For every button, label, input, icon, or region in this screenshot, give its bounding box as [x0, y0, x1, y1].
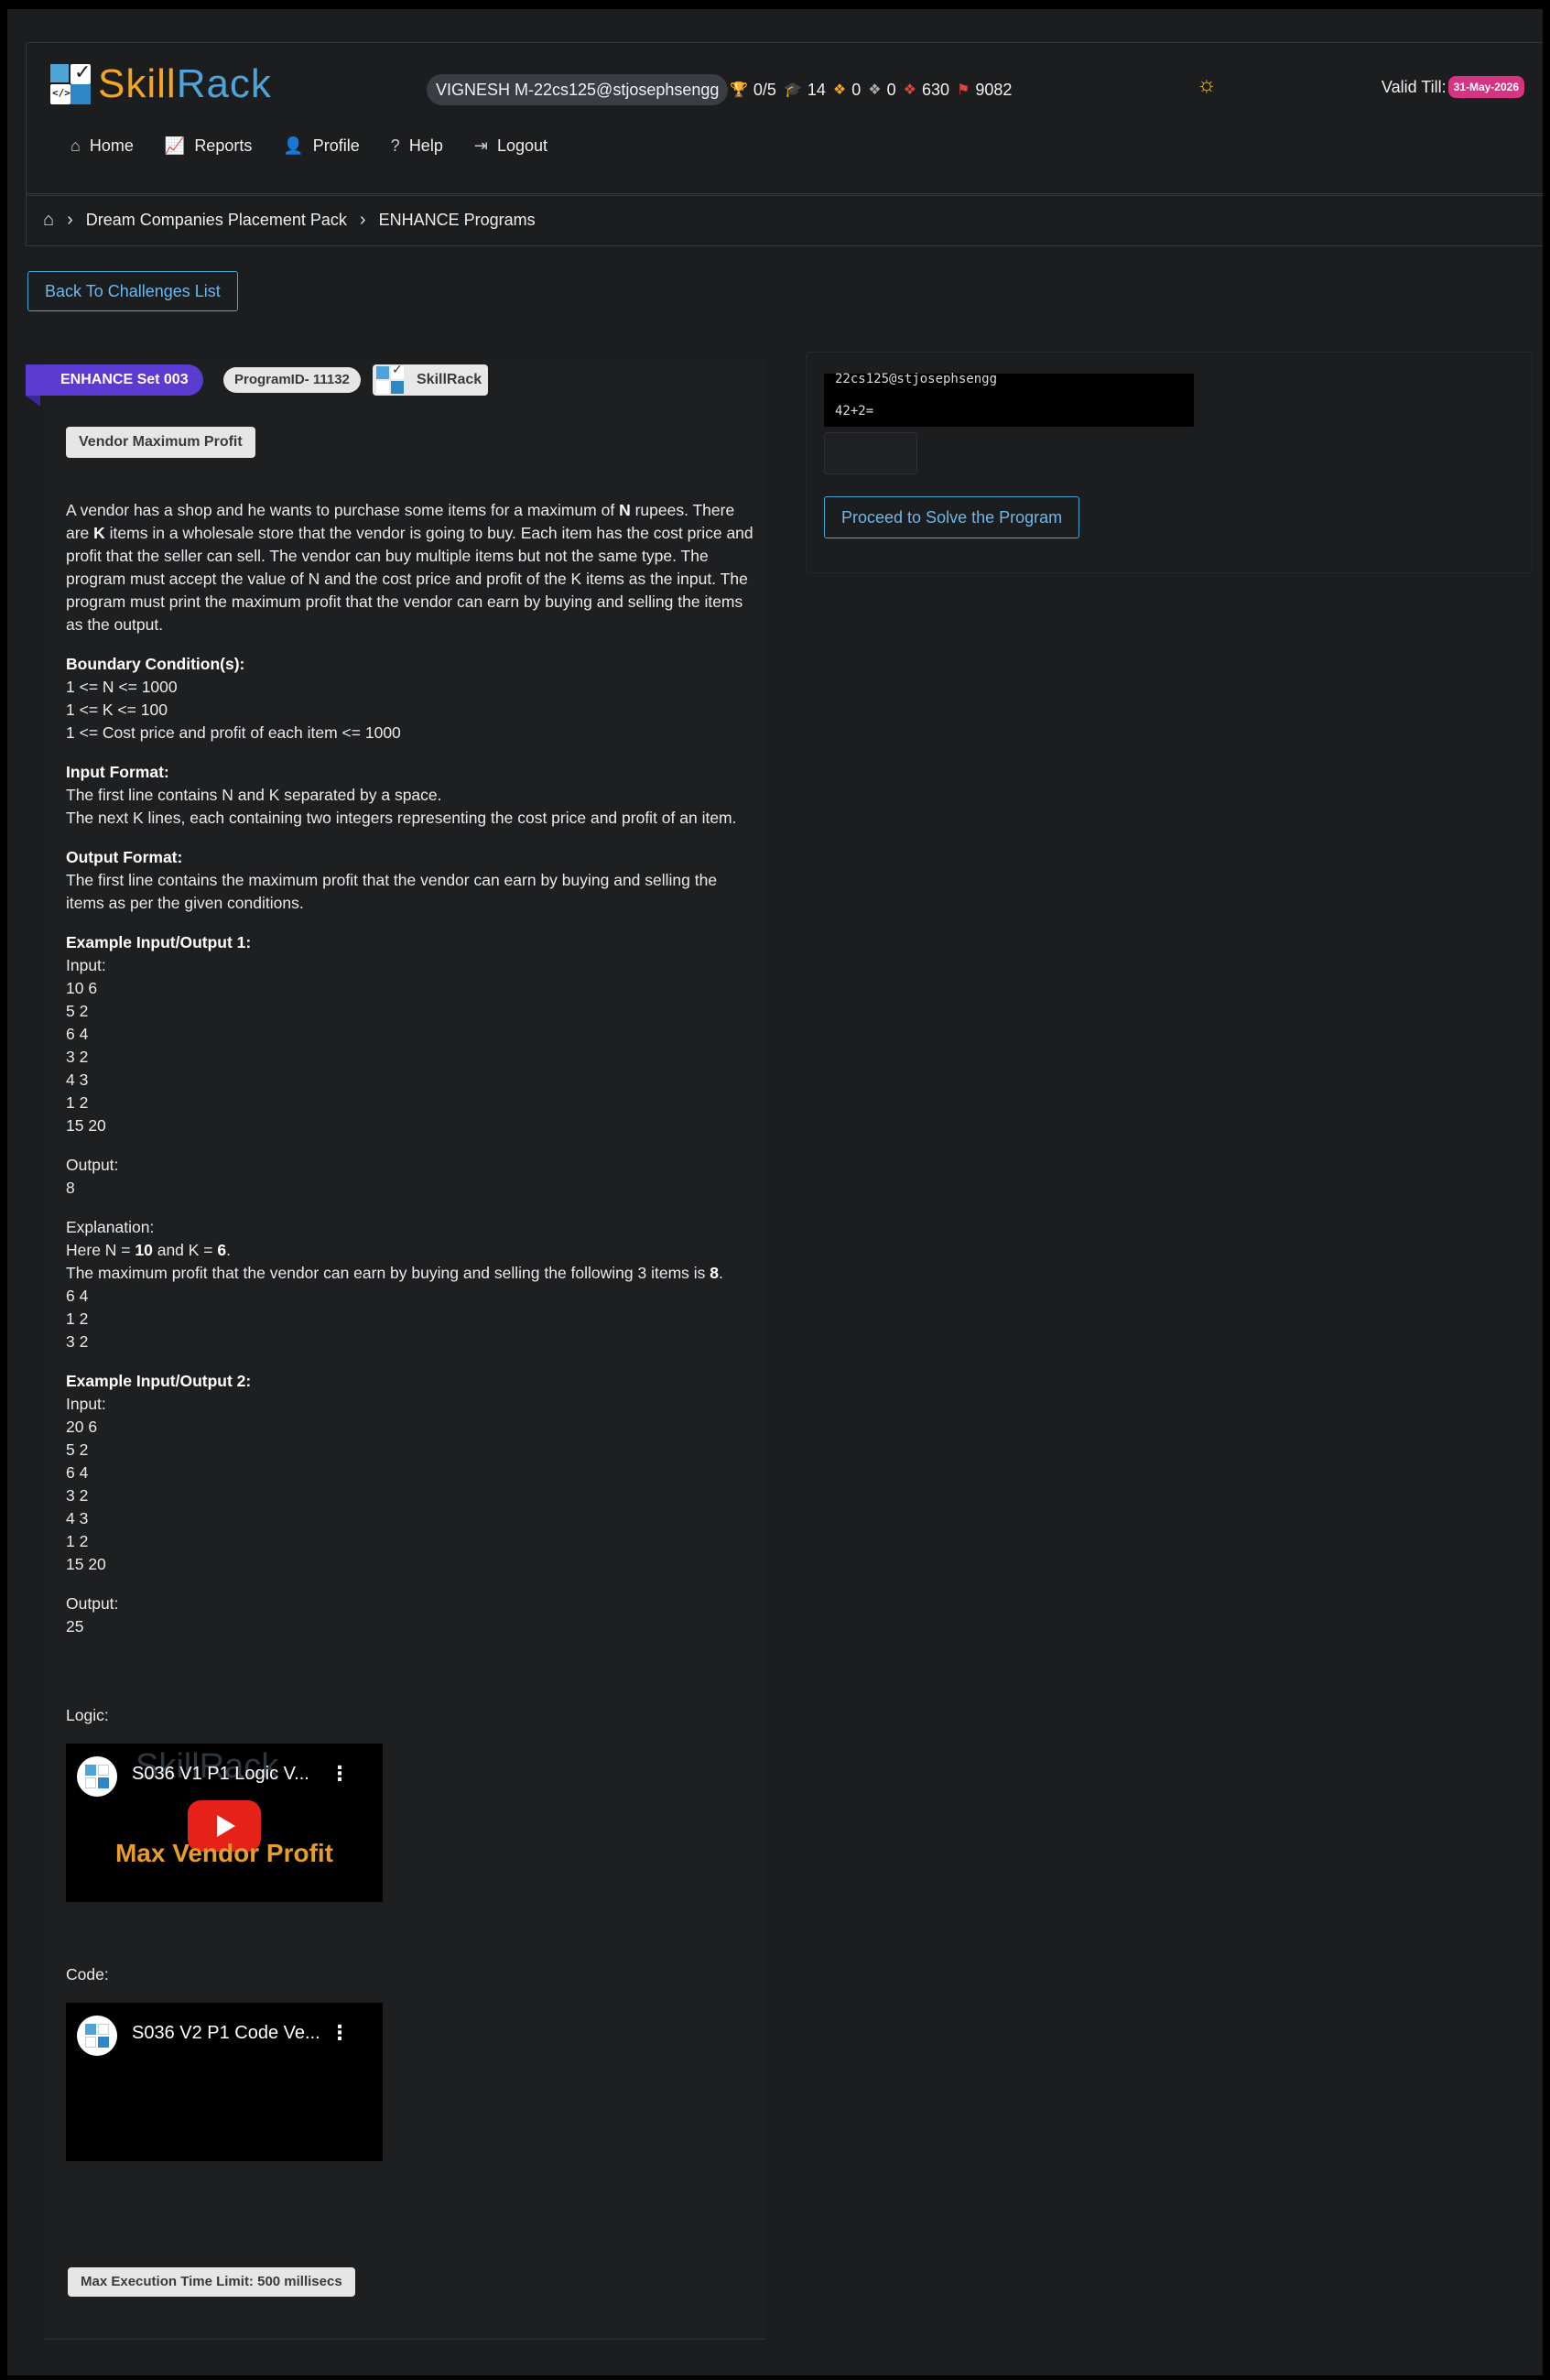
- stat-flag: ⚑ 9082: [957, 80, 1013, 99]
- skillrack-logo[interactable]: ✓ </> SkillRack: [50, 60, 272, 107]
- problem-title: Vendor Maximum Profit: [66, 427, 255, 458]
- example2-input: Example Input/Output 2: Input: 20 6 5 2 …: [66, 1372, 252, 1573]
- nav-logout[interactable]: ⇥ Logout: [474, 136, 547, 156]
- channel-avatar-icon[interactable]: [77, 2016, 117, 2056]
- user-stats: 🏆 0/5 🎓 14 ❖ 0 ❖ 0 ❖ 630 ⚑ 9082: [730, 74, 1019, 105]
- breadcrumb: ⌂ › Dream Companies Placement Pack › ENH…: [26, 193, 1543, 246]
- chevron-right-icon: ›: [359, 209, 366, 230]
- channel-avatar-icon[interactable]: [77, 1756, 117, 1797]
- logout-icon: ⇥: [473, 136, 488, 155]
- example1-input: Example Input/Output 1: Input: 10 6 5 2 …: [66, 933, 252, 1135]
- problem-description: A vendor has a shop and he wants to purc…: [66, 501, 753, 634]
- captcha-image: 22cs125@stjosephsengg 42+2=: [824, 372, 1194, 427]
- logo-text: SkillRack: [98, 61, 272, 106]
- nav-reports[interactable]: 📈 Reports: [165, 136, 252, 156]
- page-frame: ✓ </> SkillRack VIGNESH M-22cs125@stjosep…: [7, 9, 1543, 2375]
- output-format-section: Output Format: The first line contains t…: [66, 848, 718, 912]
- boundary-section: Boundary Condition(s): 1 <= N <= 1000 1 …: [66, 655, 401, 742]
- stat-programs: 🎓 14: [783, 80, 826, 99]
- silver-medal-icon: ❖: [868, 82, 882, 98]
- captcha-answer-input[interactable]: [824, 432, 917, 474]
- logic-video-player[interactable]: SkillRack S036 V1 P1 Logic V... ⋮ Max Ve…: [66, 1744, 383, 1902]
- graduation-cap-icon: 🎓: [783, 82, 802, 98]
- stat-trophy: 🏆 0/5: [730, 80, 776, 99]
- video-title[interactable]: S036 V2 P1 Code Ve...: [132, 2023, 320, 2044]
- ribbon-tail: [26, 396, 40, 407]
- more-options-icon[interactable]: ⋮: [330, 2021, 350, 2045]
- user-badge: VIGNESH M-22cs125@stjosephsengg: [427, 74, 729, 105]
- trophy-icon: 🏆: [730, 82, 748, 98]
- skillrack-mini-logo-icon: ✓: [376, 362, 404, 394]
- code-label: Code:: [66, 1965, 109, 1983]
- video-caption: Max Vendor Profit: [114, 1839, 334, 1867]
- home-icon: ⌂: [70, 136, 81, 155]
- example1-explanation: Explanation: Here N = 10 and K = 6. The …: [66, 1218, 723, 1351]
- breadcrumb-item[interactable]: Dream Companies Placement Pack: [86, 211, 347, 230]
- top-header: ✓ </> SkillRack VIGNESH M-22cs125@stjosep…: [26, 42, 1543, 196]
- theme-toggle-sun-icon[interactable]: ☼: [1197, 72, 1217, 98]
- person-icon: 👤: [283, 136, 304, 155]
- proceed-to-solve-button[interactable]: Proceed to Solve the Program: [824, 496, 1080, 538]
- back-to-challenges-button[interactable]: Back To Challenges List: [27, 271, 238, 311]
- gold-medal-icon: ❖: [832, 82, 847, 98]
- nav-profile[interactable]: 👤 Profile: [283, 136, 359, 156]
- video-title[interactable]: S036 V1 P1 Logic V...: [132, 1764, 309, 1785]
- bronze-medal-icon: ❖: [903, 82, 916, 98]
- valid-date-badge: 31-May-2026: [1447, 76, 1524, 98]
- source-badge: ✓ SkillRack: [373, 362, 488, 396]
- nav-home[interactable]: ⌂ Home: [70, 136, 134, 156]
- time-limit-badge: Max Execution Time Limit: 500 millisecs: [68, 2267, 355, 2297]
- question-icon: ?: [390, 136, 400, 155]
- main-nav: ⌂ Home 📈 Reports 👤 Profile ? Help ⇥ Logout: [70, 136, 579, 156]
- breadcrumb-item-current: ENHANCE Programs: [378, 210, 536, 229]
- chart-icon: 📈: [164, 136, 186, 155]
- chevron-right-icon: ›: [67, 209, 73, 230]
- validity: Valid Till: 31-May-2026: [1382, 76, 1524, 98]
- program-id-badge: ProgramID- 11132: [223, 367, 361, 393]
- problem-statement: A vendor has a shop and he wants to purc…: [66, 499, 754, 1655]
- set-ribbon: ENHANCE Set 003: [26, 364, 203, 396]
- stat-bronze: ❖ 630: [903, 80, 950, 99]
- example2-output: Output: 25: [66, 1594, 119, 1636]
- more-options-icon[interactable]: ⋮: [330, 1762, 350, 1786]
- stat-gold: ❖ 0: [832, 80, 862, 99]
- input-format-section: Input Format: The first line contains N …: [66, 763, 737, 827]
- example1-output: Output: 8: [66, 1156, 119, 1197]
- code-video-player[interactable]: S036 V2 P1 Code Ve... ⋮: [66, 2003, 383, 2161]
- logo-mark-icon: ✓ </>: [50, 60, 91, 104]
- nav-help[interactable]: ? Help: [391, 136, 443, 156]
- stat-silver: ❖ 0: [868, 80, 896, 99]
- logic-label: Logic:: [66, 1706, 109, 1724]
- flag-icon: ⚑: [957, 82, 970, 98]
- breadcrumb-home-icon[interactable]: ⌂: [43, 210, 54, 231]
